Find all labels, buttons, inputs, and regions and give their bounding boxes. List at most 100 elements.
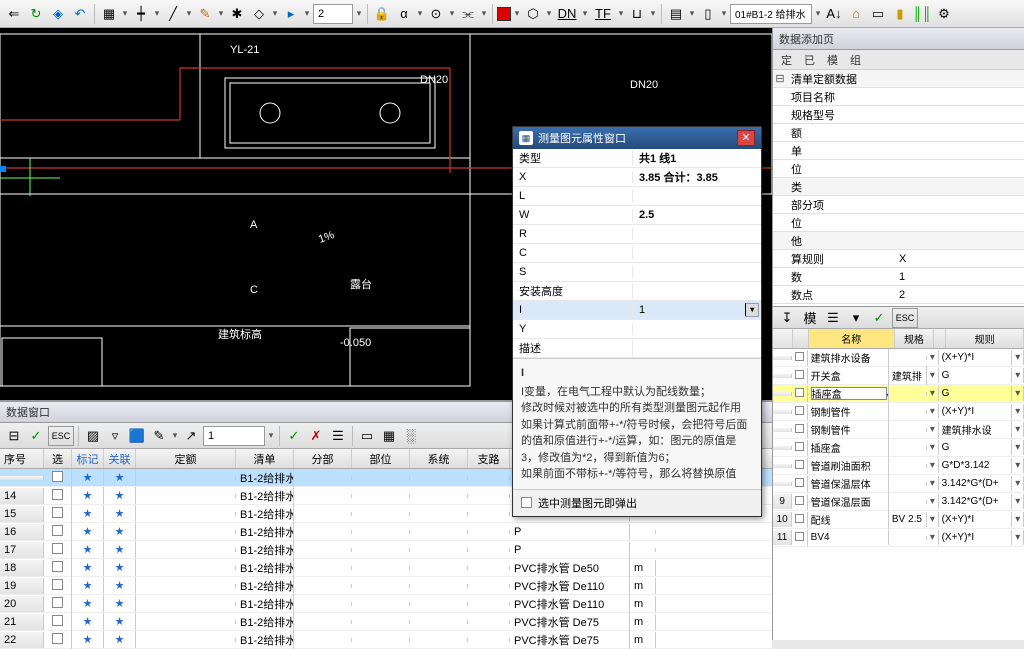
t2-icon[interactable]: ▦: [379, 426, 399, 446]
property-row[interactable]: 位: [773, 214, 1024, 232]
property-table[interactable]: ⊟清单定额数据 项目名称规格型号额单位类部分项位他算规则X数1数点2: [773, 70, 1024, 306]
arrow-icon[interactable]: ⇐: [4, 4, 24, 24]
list-item[interactable]: 11BV4▾(X+Y)*I▾: [773, 529, 1024, 547]
dialog-row[interactable]: 描述: [513, 339, 761, 358]
diamond-icon[interactable]: ◇: [249, 4, 269, 24]
property-row[interactable]: 数1: [773, 268, 1024, 286]
dialog-row[interactable]: S: [513, 263, 761, 282]
t3-icon[interactable]: ░: [401, 426, 421, 446]
esc-button[interactable]: ESC: [48, 426, 74, 446]
highlight-icon[interactable]: ▨: [83, 426, 103, 446]
list-icon[interactable]: ☰: [328, 426, 348, 446]
target-icon[interactable]: ◈: [48, 4, 68, 24]
dialog-row[interactable]: Y: [513, 320, 761, 339]
table-row[interactable]: 18★★B1-2给排水PVC排水管 De50m: [0, 559, 772, 577]
drop-icon[interactable]: ▿: [105, 426, 125, 446]
r-ddl-icon[interactable]: ▾: [846, 308, 866, 328]
dialog-row[interactable]: R: [513, 225, 761, 244]
color-swatch-red[interactable]: [497, 7, 511, 21]
list-item[interactable]: 插座盒▾G▾: [773, 439, 1024, 457]
list-item[interactable]: 9管道保温层面▾3.142*G*(D+▾: [773, 493, 1024, 511]
property-row[interactable]: 算规则X: [773, 250, 1024, 268]
card-icon[interactable]: ▭: [868, 4, 888, 24]
filter-input[interactable]: [203, 426, 265, 446]
property-row[interactable]: 类: [773, 178, 1024, 196]
title-input[interactable]: [730, 4, 812, 24]
send-icon[interactable]: ↗: [181, 426, 201, 446]
list-item[interactable]: 10配线BV 2.5▾(X+Y)*I▾: [773, 511, 1024, 529]
check-icon[interactable]: ✓: [26, 426, 46, 446]
table-row[interactable]: 21★★B1-2给排水PVC排水管 De75m: [0, 613, 772, 631]
align-icon[interactable]: ┿: [131, 4, 151, 24]
line-icon[interactable]: ╱: [163, 4, 183, 24]
tab-mo[interactable]: 模: [827, 52, 838, 68]
list-item[interactable]: 钢制管件▾建筑排水设▾: [773, 421, 1024, 439]
dialog-row[interactable]: I▾: [513, 301, 761, 320]
bracket-icon[interactable]: ⊔: [627, 4, 647, 24]
property-row[interactable]: 部分项: [773, 196, 1024, 214]
r-esc-button[interactable]: ESC: [892, 308, 918, 328]
dialog-row[interactable]: 安装高度: [513, 282, 761, 301]
color-icon[interactable]: 🟦: [127, 426, 147, 446]
table-icon[interactable]: ▤: [666, 4, 686, 24]
pen-icon[interactable]: ✎: [149, 426, 169, 446]
find-icon[interactable]: A↓: [824, 4, 844, 24]
tab-yi[interactable]: 已: [804, 52, 815, 68]
dialog-row[interactable]: W2.5: [513, 206, 761, 225]
close-icon[interactable]: ✕: [737, 130, 755, 146]
dialog-row[interactable]: 类型共1 线1: [513, 149, 761, 168]
list-item[interactable]: 管道刷油面积▾G*D*3.142▾: [773, 457, 1024, 475]
table-row[interactable]: 19★★B1-2给排水PVC排水管 De110m: [0, 577, 772, 595]
property-row[interactable]: 单: [773, 142, 1024, 160]
edit-icon[interactable]: ✎: [195, 4, 215, 24]
hex-icon[interactable]: ⬡: [523, 4, 543, 24]
tf-label[interactable]: TF: [591, 4, 615, 24]
property-row[interactable]: 他: [773, 232, 1024, 250]
r-list-icon[interactable]: ☰: [823, 308, 843, 328]
property-row[interactable]: 规格型号: [773, 106, 1024, 124]
list-item[interactable]: 开关盒建筑排▾G▾: [773, 367, 1024, 385]
layer-input[interactable]: [313, 4, 353, 24]
alpha-icon[interactable]: α: [394, 4, 414, 24]
check2-icon[interactable]: ✓: [284, 426, 304, 446]
list-item[interactable]: ▾▾G▾: [773, 385, 1024, 403]
tab-zu[interactable]: 组: [850, 52, 861, 68]
circle-icon[interactable]: ⊙: [426, 4, 446, 24]
gear-icon[interactable]: ⚙: [934, 4, 954, 24]
x-icon[interactable]: ✗: [306, 426, 326, 446]
property-row[interactable]: 数点2: [773, 286, 1024, 304]
flag-icon[interactable]: ▸: [281, 4, 301, 24]
tool-icon[interactable]: ▮: [890, 4, 910, 24]
undo-icon[interactable]: ↶: [70, 4, 90, 24]
list-item[interactable]: 建筑排水设备▾(X+Y)*I▾: [773, 349, 1024, 367]
dialog-titlebar[interactable]: ▦ 测量图元属性窗口 ✕: [513, 127, 761, 149]
property-row[interactable]: 项目名称: [773, 88, 1024, 106]
grid-icon[interactable]: ▦: [99, 4, 119, 24]
lock-icon[interactable]: 🔒: [372, 4, 392, 24]
link-icon[interactable]: ⫘: [458, 4, 478, 24]
dn-label[interactable]: DN: [555, 4, 579, 24]
property-row[interactable]: 额: [773, 124, 1024, 142]
dialog-row[interactable]: X3.85 合计：3.85: [513, 168, 761, 187]
t1-icon[interactable]: ▭: [357, 426, 377, 446]
property-row[interactable]: 位: [773, 160, 1024, 178]
bars-icon[interactable]: ║║: [912, 4, 932, 24]
doc-icon[interactable]: ▯: [698, 4, 718, 24]
tab-ding[interactable]: 定: [781, 52, 792, 68]
table-row[interactable]: 22★★B1-2给排水PVC排水管 De75m: [0, 631, 772, 649]
r-check-icon[interactable]: ✓: [869, 308, 889, 328]
r-ins-icon[interactable]: ↧: [777, 308, 797, 328]
table-row[interactable]: 20★★B1-2给排水PVC排水管 De110m: [0, 595, 772, 613]
home-icon[interactable]: ⌂: [846, 4, 866, 24]
collapse-icon[interactable]: ⊟: [4, 426, 24, 446]
burst-icon[interactable]: ✱: [227, 4, 247, 24]
autopop-checkbox[interactable]: [521, 497, 532, 508]
r-mod-icon[interactable]: 模: [800, 308, 820, 328]
table-row[interactable]: 16★★B1-2给排水P: [0, 523, 772, 541]
dropdown-icon[interactable]: ▾: [121, 8, 129, 19]
list-item[interactable]: 钢制管件▾(X+Y)*I▾: [773, 403, 1024, 421]
refresh-icon[interactable]: ↻: [26, 4, 46, 24]
dialog-row[interactable]: C: [513, 244, 761, 263]
table-row[interactable]: 17★★B1-2给排水P: [0, 541, 772, 559]
dialog-row[interactable]: L: [513, 187, 761, 206]
